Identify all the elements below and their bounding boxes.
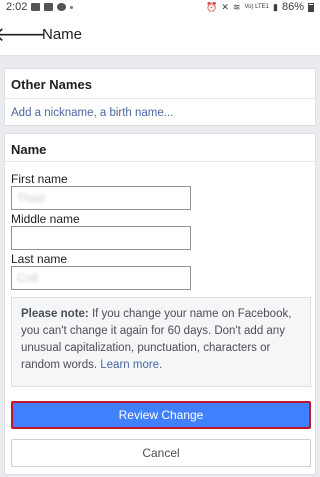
signal-icon: ▮ [273,1,278,12]
cancel-button[interactable]: Cancel [11,439,311,467]
middle-name-label: Middle name [11,212,80,226]
mute-icon: ✕ [221,1,229,12]
status-time: 2:02 [6,1,28,13]
network-label: Vo) LTE1 [244,4,270,10]
app-notification-icon [57,3,67,11]
arrow-left-icon[interactable]: 🡐 [0,14,47,56]
other-names-card: Other Names Add a nickname, a birth name… [4,68,316,126]
first-name-label: First name [11,172,68,186]
review-change-button[interactable]: Review Change [11,401,311,429]
alarm-icon: ⏰ [206,1,218,12]
gallery-notification-icon [31,3,41,11]
battery-icon [308,2,314,12]
name-card-title: Name [5,134,315,162]
wifi-icon: ≋ [232,1,241,12]
add-nickname-link[interactable]: Add a nickname, a birth name... [5,99,315,127]
last-name-field[interactable]: Colt [11,266,191,290]
status-bar: 2:02 ⏰ ✕ ≋ Vo) LTE1 ▮ 86% [0,0,320,14]
middle-name-field[interactable] [11,226,191,250]
last-name-label: Last name [11,252,68,266]
page-header: 🡐 Name [0,14,320,56]
last-name-value: Colt [17,271,39,285]
status-right: ⏰ ✕ ≋ Vo) LTE1 ▮ 86% [206,1,314,13]
notice-bold: Please note: [21,308,89,320]
other-names-title: Other Names [5,69,315,99]
name-change-notice: Please note: If you change your name on … [11,297,311,387]
battery-percent: 86% [281,1,304,13]
notice-end: . [159,359,163,371]
message-notification-icon [44,3,54,11]
status-left: 2:02 [6,1,74,13]
page-title: Name [42,26,83,43]
first-name-field[interactable]: Thad [11,186,191,210]
learn-more-link[interactable]: Learn more [100,359,159,371]
first-name-value: Thad [17,191,45,205]
name-card: Name First name Thad Middle name Last na… [4,133,316,475]
more-notifications-icon [70,5,74,9]
